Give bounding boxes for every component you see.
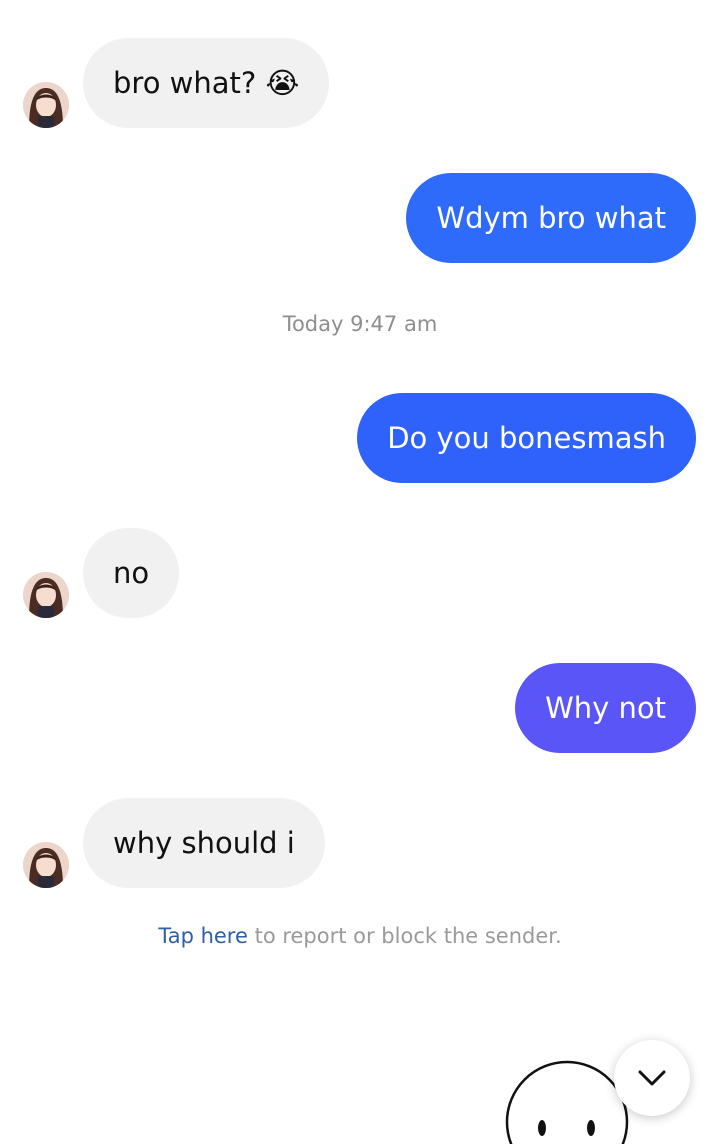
report-text: to report or block the sender.: [247, 924, 562, 948]
smiley-face-icon[interactable]: [505, 1060, 629, 1148]
report-link[interactable]: Tap here: [158, 924, 248, 948]
message-bubble[interactable]: Why not: [515, 663, 696, 753]
message-row-outgoing: Wdym bro what: [0, 173, 720, 263]
message-bubble[interactable]: Do you bonesmash: [357, 393, 696, 483]
profile-avatar-icon: [23, 572, 69, 618]
message-bubble[interactable]: Wdym bro what: [406, 173, 696, 263]
message-row-outgoing: Why not: [0, 663, 720, 753]
message-bubble[interactable]: no: [83, 528, 180, 618]
avatar[interactable]: [23, 572, 69, 618]
avatar[interactable]: [23, 842, 69, 888]
profile-avatar-icon: [23, 842, 69, 888]
message-row-incoming: no: [0, 528, 720, 618]
message-bubble[interactable]: why should i: [83, 798, 325, 888]
message-bubble[interactable]: bro what? 😭: [83, 38, 330, 128]
scroll-down-button[interactable]: [614, 1040, 690, 1116]
chevron-down-icon: [638, 1070, 666, 1086]
message-row-incoming: bro what? 😭: [0, 38, 720, 128]
message-row-incoming: why should i: [0, 798, 720, 888]
report-notice: Tap here to report or block the sender.: [0, 924, 720, 948]
avatar[interactable]: [23, 82, 69, 128]
profile-avatar-icon: [23, 82, 69, 128]
message-row-outgoing: Do you bonesmash: [0, 393, 720, 483]
timestamp: Today 9:47 am: [282, 312, 438, 336]
